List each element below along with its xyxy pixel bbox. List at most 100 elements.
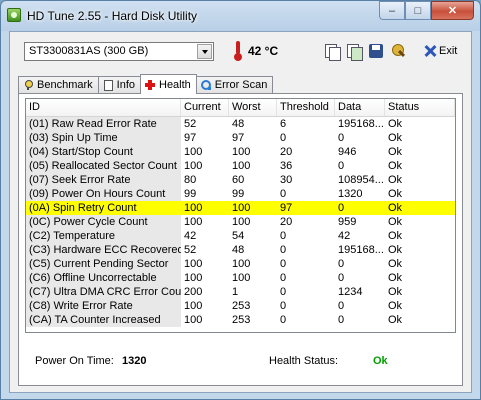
health-status-value: Ok	[373, 355, 388, 367]
cell-id: (C3) Hardware ECC Recovered	[26, 243, 181, 257]
column-header-id[interactable]: ID	[26, 99, 181, 116]
cell-data: 0	[338, 300, 345, 312]
cell-current: 100	[184, 216, 203, 228]
cell-id: (04) Start/Stop Count	[26, 145, 181, 159]
health-cross-icon	[145, 79, 155, 90]
cell-threshold: 0	[280, 188, 287, 200]
cell-worst: 253	[232, 300, 251, 312]
cell-current: 100	[184, 146, 203, 158]
cell-id: (C2) Temperature	[26, 229, 181, 243]
table-row[interactable]: (03) Spin Up Time 97 97 0 0 Ok	[26, 131, 455, 145]
table-row[interactable]: (07) Seek Error Rate 80 60 30 108954... Ok	[26, 173, 455, 187]
cell-current: 97	[184, 132, 197, 144]
cell-worst: 99	[232, 188, 245, 200]
table-row[interactable]: (0A) Spin Retry Count 100 100 97 0 Ok	[26, 201, 455, 215]
cell-status: Ok	[388, 188, 403, 200]
cell-threshold: 0	[280, 258, 287, 270]
temperature-readout: 42 °C	[248, 44, 279, 58]
cell-current: 100	[184, 258, 203, 270]
cell-status: Ok	[388, 286, 403, 298]
exit-button[interactable]: Exit	[424, 42, 457, 60]
tab-health[interactable]: Health	[140, 74, 197, 94]
cell-current: 100	[184, 314, 203, 326]
cell-status: Ok	[388, 258, 403, 270]
cell-threshold: 0	[280, 286, 287, 298]
hdtune-app-icon[interactable]	[7, 8, 21, 22]
tab-info[interactable]: Info	[97, 76, 141, 93]
table-row[interactable]: (09) Power On Hours Count 99 99 0 1320 Ok	[26, 187, 455, 201]
table-row[interactable]: (C8) Write Error Rate 100 253 0 0 Ok	[26, 299, 455, 313]
table-row[interactable]: (04) Start/Stop Count 100 100 20 946 Ok	[26, 145, 455, 159]
cell-current: 100	[184, 272, 203, 284]
close-button[interactable]: ✕	[431, 1, 474, 20]
tab-info-label: Info	[116, 79, 135, 91]
cell-threshold: 0	[280, 300, 287, 312]
smart-attributes-table[interactable]: ID Current Worst Threshold Data Status (…	[25, 98, 456, 333]
tab-error-scan[interactable]: Error Scan	[195, 76, 274, 93]
column-header-current[interactable]: Current	[181, 99, 229, 116]
cell-current: 52	[184, 118, 197, 130]
column-header-threshold[interactable]: Threshold	[277, 99, 335, 116]
options-icon[interactable]	[389, 42, 407, 60]
table-row[interactable]: (C7) Ultra DMA CRC Error Count 200 1 0 1234 O…	[26, 285, 455, 299]
table-row[interactable]: (CA) TA Counter Increased 100 253 0 0 Ok	[26, 313, 455, 327]
table-body: (01) Raw Read Error Rate 52 48 6 195168... Ok…	[26, 117, 455, 327]
cell-data: 108954...	[338, 174, 384, 186]
cell-current: 100	[184, 300, 203, 312]
cell-threshold: 0	[280, 272, 287, 284]
table-row[interactable]: (0C) Power Cycle Count 100 100 20 959 Ok	[26, 215, 455, 229]
table-row[interactable]: (05) Reallocated Sector Count 100 100 36 0 Ok	[26, 159, 455, 173]
cell-threshold: 20	[280, 146, 293, 158]
column-header-data[interactable]: Data	[335, 99, 385, 116]
cell-id: (0C) Power Cycle Count	[26, 215, 181, 229]
cell-worst: 60	[232, 174, 245, 186]
cell-data: 0	[335, 201, 385, 215]
cell-data: 42	[338, 230, 351, 242]
save-icon[interactable]	[367, 42, 385, 60]
tab-benchmark-label: Benchmark	[37, 79, 93, 91]
maximize-button[interactable]: □	[405, 1, 431, 20]
table-row[interactable]: (C3) Hardware ECC Recovered 52 48 0 195168..…	[26, 243, 455, 257]
table-header: ID Current Worst Threshold Data Status	[26, 99, 455, 117]
cell-worst: 1	[232, 286, 239, 298]
table-row[interactable]: (C2) Temperature 42 54 0 42 Ok	[26, 229, 455, 243]
copy-text-icon[interactable]	[323, 42, 341, 61]
cell-worst: 100	[232, 216, 251, 228]
cell-threshold: 0	[280, 230, 287, 242]
health-status-label: Health Status:	[269, 355, 339, 367]
chevron-down-icon[interactable]	[197, 44, 212, 59]
tab-error-scan-label: Error Scan	[214, 79, 268, 91]
minimize-button[interactable]: –	[379, 1, 405, 20]
cell-worst: 253	[232, 314, 251, 326]
cell-id: (09) Power On Hours Count	[26, 187, 181, 201]
cell-current: 100	[184, 160, 203, 172]
cell-data: 0	[338, 160, 345, 172]
app-window: HD Tune 2.55 - Hard Disk Utility – □ ✕ S…	[0, 0, 481, 400]
cell-worst: 100	[232, 258, 251, 270]
cell-data: 195168...	[338, 244, 384, 256]
tab-benchmark[interactable]: Benchmark	[18, 76, 99, 93]
cell-current: 52	[184, 244, 197, 256]
cell-data: 946	[338, 146, 357, 158]
tab-health-label: Health	[159, 78, 191, 91]
cell-status: Ok	[388, 132, 403, 144]
table-row[interactable]: (01) Raw Read Error Rate 52 48 6 195168... Ok	[26, 117, 455, 131]
copy-screenshot-icon[interactable]	[345, 42, 363, 61]
column-header-status[interactable]: Status	[385, 99, 455, 116]
table-row[interactable]: (C5) Current Pending Sector 100 100 0 0 Ok	[26, 257, 455, 271]
cell-data: 0	[338, 314, 345, 326]
cell-worst: 48	[232, 244, 245, 256]
cell-status: Ok	[388, 230, 403, 242]
drive-select[interactable]: ST3300831AS (300 GB)	[24, 42, 214, 61]
power-on-value: 1320	[122, 355, 147, 367]
cell-id: (0A) Spin Retry Count	[26, 201, 181, 215]
table-row[interactable]: (C6) Offline Uncorrectable 100 100 0 0 Ok	[26, 271, 455, 285]
title-bar[interactable]: HD Tune 2.55 - Hard Disk Utility – □ ✕	[1, 1, 480, 31]
cell-status: Ok	[388, 118, 403, 130]
column-header-worst[interactable]: Worst	[229, 99, 277, 116]
cell-threshold: 0	[280, 314, 287, 326]
cell-status: Ok	[388, 160, 403, 172]
cell-threshold: 6	[280, 118, 287, 130]
info-icon	[103, 80, 113, 91]
cell-id: (03) Spin Up Time	[26, 131, 181, 145]
